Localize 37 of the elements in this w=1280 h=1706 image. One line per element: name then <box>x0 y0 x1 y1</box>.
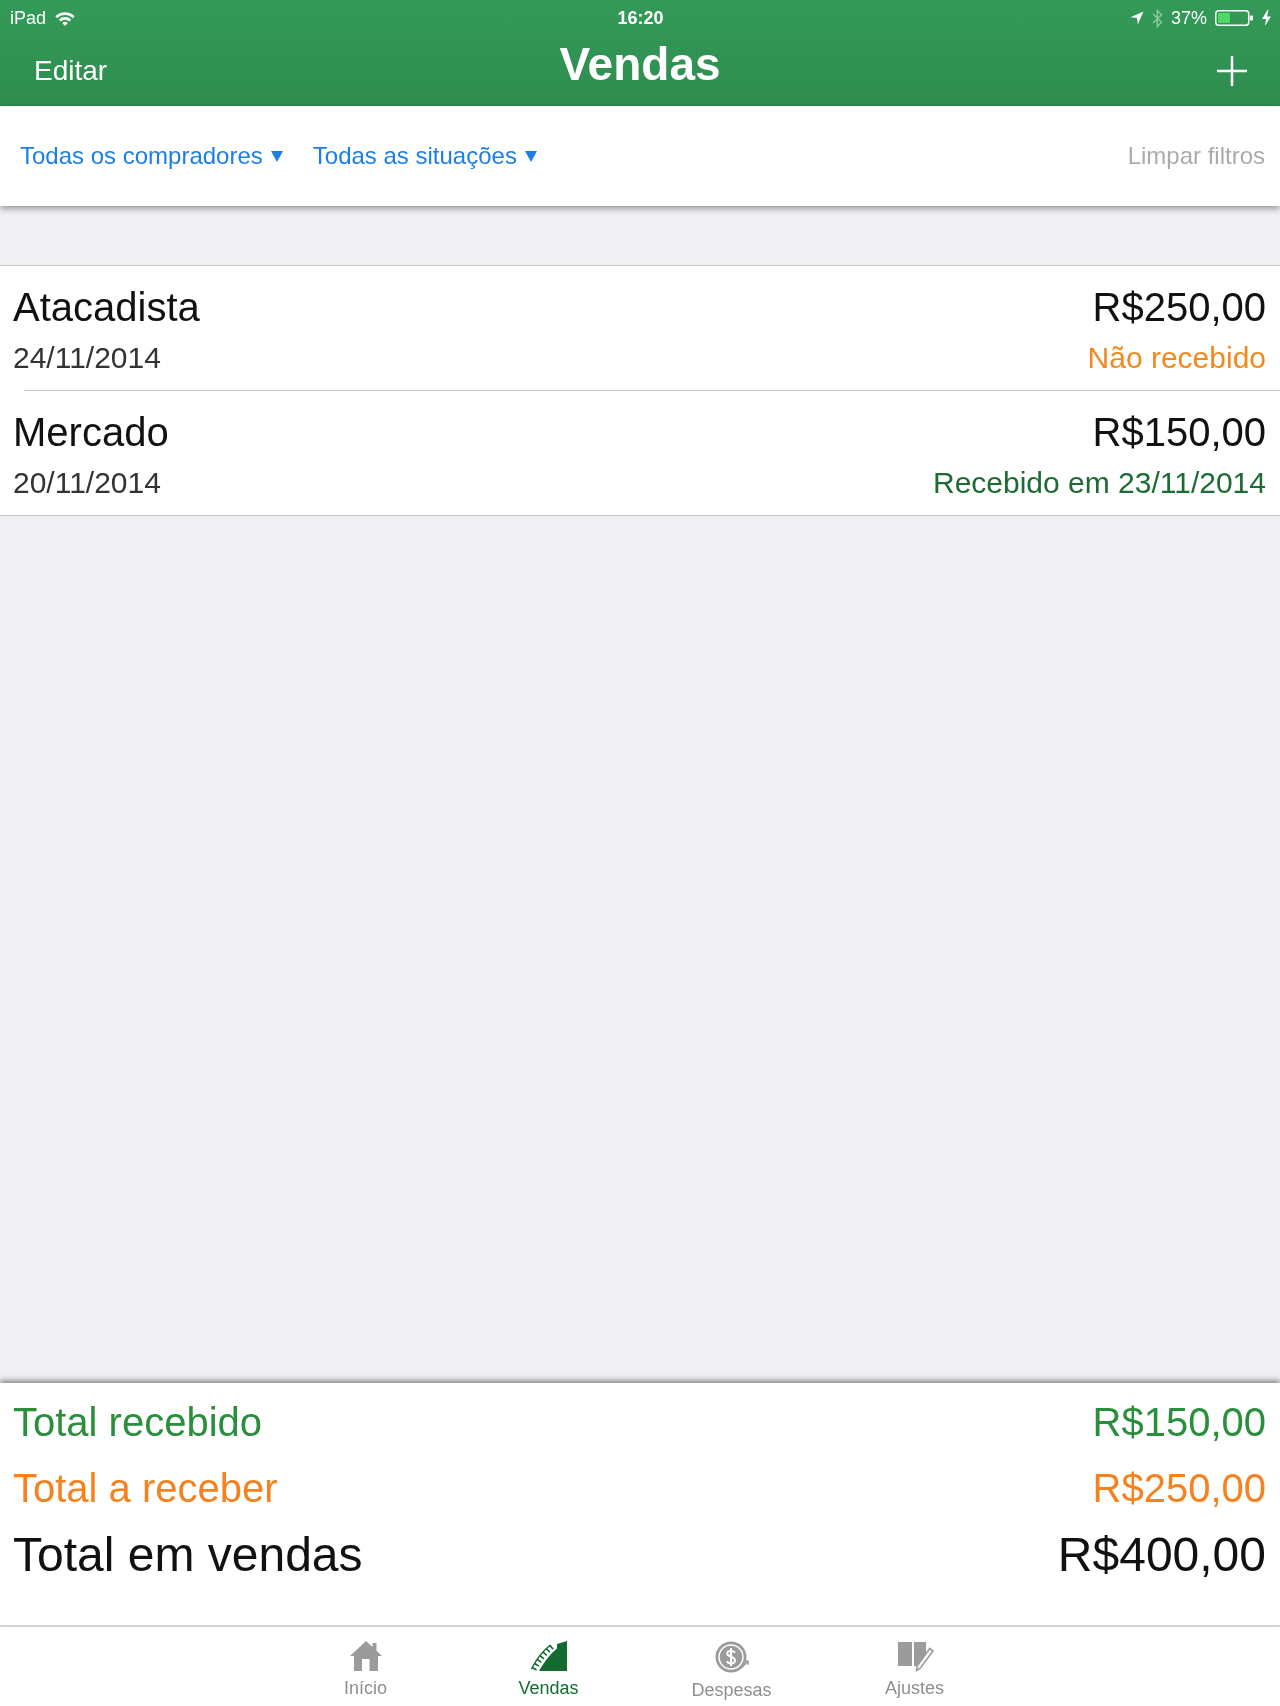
customer-name: Mercado <box>13 409 170 455</box>
sale-date: 20/11/2014 <box>13 465 162 501</box>
filter-dropdown[interactable]: Todas os compradores <box>20 142 283 170</box>
bluetooth-icon <box>1151 8 1163 28</box>
clock-time: 16:20 <box>617 7 664 29</box>
charging-bolt-icon <box>1262 10 1271 26</box>
caret-icon <box>524 150 537 162</box>
filter-dropdown[interactable]: Todas as situações <box>312 142 537 170</box>
caret-icon <box>270 150 283 162</box>
wifi-icon <box>55 10 76 26</box>
total-label: Total em vendas <box>13 1526 363 1582</box>
tab-item[interactable]: Vendas <box>457 1627 640 1706</box>
payment-status: Não recebido <box>1087 340 1266 376</box>
house-icon <box>348 1640 383 1672</box>
customer-name: Atacadista <box>13 284 201 330</box>
carrier-label: iPad <box>10 7 47 29</box>
plus-icon <box>1217 56 1247 86</box>
tab-item[interactable]: Despesas <box>640 1627 823 1706</box>
screen-title: Vendas <box>559 37 721 91</box>
tab-item[interactable]: Ajustes <box>823 1627 1006 1706</box>
sale-amount: R$150,00 <box>1092 409 1266 455</box>
location-arrow-icon <box>1129 11 1144 25</box>
total-label: Total a receber <box>13 1465 278 1511</box>
battery-percentage: 37% <box>1170 7 1207 29</box>
payment-status: Recebido em 23/11/2014 <box>932 465 1266 501</box>
tab-item[interactable]: Início <box>274 1627 457 1706</box>
battery-icon <box>1215 10 1254 26</box>
sale-date: 24/11/2014 <box>13 340 162 376</box>
ramp-icon <box>529 1640 568 1672</box>
edit-button[interactable]: Editar <box>26 51 116 91</box>
coin-icon <box>713 1640 750 1674</box>
total-value: R$150,00 <box>1092 1399 1266 1445</box>
total-value: R$400,00 <box>1057 1526 1266 1582</box>
total-label: Total recebido <box>13 1399 263 1445</box>
sale-amount: R$250,00 <box>1092 284 1266 330</box>
total-value: R$250,00 <box>1092 1465 1266 1511</box>
book-pencil-icon <box>895 1640 934 1672</box>
